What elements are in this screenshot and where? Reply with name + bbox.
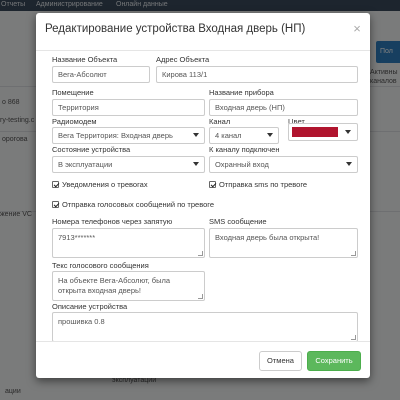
device-name-input[interactable]: Входная дверь (НП) <box>209 99 358 116</box>
sms-alarm-checkbox-row[interactable]: Отправка sms по тревоге <box>209 180 307 189</box>
edit-device-dialog: Редактирование устройства Входная дверь … <box>36 13 370 378</box>
device-name-label: Название прибора <box>209 88 274 97</box>
sms-alarm-label: Отправка sms по тревоге <box>219 180 308 189</box>
resize-handle-icon[interactable] <box>351 335 356 340</box>
device-state-select[interactable]: В эксплуатации <box>52 156 205 173</box>
description-label: Описание устройства <box>52 302 128 311</box>
room-label: Помещение <box>52 88 94 97</box>
dialog-footer: Отмена Сохранить <box>36 341 370 378</box>
device-state-value: В эксплуатации <box>58 160 113 169</box>
save-button[interactable]: Сохранить <box>307 351 361 371</box>
phones-label: Номера телефонов через запятую <box>52 217 173 226</box>
radiomodem-select[interactable]: Вега Территория: Входная дверь <box>52 127 205 144</box>
close-icon[interactable]: × <box>351 22 363 36</box>
object-address-input[interactable]: Кирова 113/1 <box>156 66 358 83</box>
alarm-notify-checkbox-row[interactable]: Уведомления о тревогах <box>52 180 148 189</box>
dialog-title: Редактирование устройства Входная дверь … <box>45 23 306 35</box>
chevron-down-icon <box>193 162 199 166</box>
chevron-down-icon <box>267 133 273 137</box>
cancel-button[interactable]: Отмена <box>259 351 302 371</box>
dialog-header: Редактирование устройства Входная дверь … <box>36 13 370 51</box>
channel-label: Канал <box>209 117 231 126</box>
sms-alarm-checkbox[interactable] <box>209 181 216 188</box>
voice-alarm-checkbox[interactable] <box>52 201 59 208</box>
channel-value: 4 канал <box>215 131 242 140</box>
voice-alarm-label: Отправка голосовых сообщений по тревоге <box>62 200 215 209</box>
color-picker[interactable] <box>288 123 358 141</box>
connected-channel-select[interactable]: Охранный вход <box>209 156 358 173</box>
object-name-label: Название Объекта <box>52 55 118 64</box>
chevron-down-icon <box>346 162 352 166</box>
description-textarea[interactable]: прошивка 0.8 <box>52 312 358 342</box>
phones-textarea[interactable]: 7913******* <box>52 228 205 258</box>
object-address-label: Адрес Объекта <box>156 55 210 64</box>
voice-text-textarea[interactable]: На объекте Вега-Абсолют, была открыта вх… <box>52 271 205 301</box>
voice-text-label: Текс голосового сообщения <box>52 261 149 270</box>
description-value: прошивка 0.8 <box>58 317 105 326</box>
chevron-down-icon <box>193 133 199 137</box>
sms-message-value: Входная дверь была открыта! <box>215 233 320 242</box>
chevron-down-icon <box>345 130 351 134</box>
phones-value: 7913******* <box>58 233 96 242</box>
resize-handle-icon[interactable] <box>198 251 203 256</box>
connected-channel-label: К каналу подключен <box>209 145 280 154</box>
connected-channel-value: Охранный вход <box>215 160 269 169</box>
sms-message-textarea[interactable]: Входная дверь была открыта! <box>209 228 358 258</box>
resize-handle-icon[interactable] <box>198 294 203 299</box>
voice-alarm-checkbox-row[interactable]: Отправка голосовых сообщений по тревоге <box>52 200 214 209</box>
resize-handle-icon[interactable] <box>351 251 356 256</box>
room-input[interactable]: Территория <box>52 99 205 116</box>
device-state-label: Состояние устройства <box>52 145 131 154</box>
sms-message-label: SMS сообщение <box>209 217 267 226</box>
color-swatch <box>292 127 338 137</box>
channel-select[interactable]: 4 канал <box>209 127 279 144</box>
radiomodem-label: Радиомодем <box>52 117 97 126</box>
radiomodem-value: Вега Территория: Входная дверь <box>58 131 173 140</box>
alarm-notify-label: Уведомления о тревогах <box>62 180 148 189</box>
object-name-input[interactable]: Вега-Абсолют <box>52 66 150 83</box>
voice-text-value: На объекте Вега-Абсолют, была открыта вх… <box>58 276 171 295</box>
alarm-notify-checkbox[interactable] <box>52 181 59 188</box>
